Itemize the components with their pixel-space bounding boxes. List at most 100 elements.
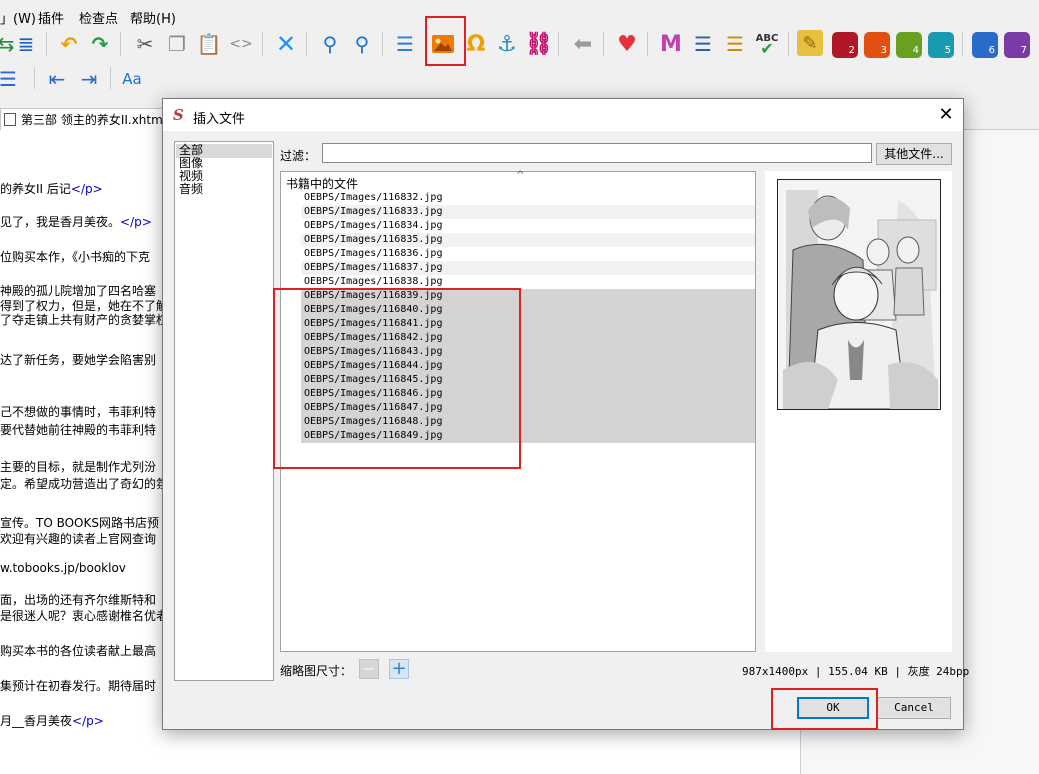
editor-line-text: 位购买本作，《小书痴的下克 bbox=[0, 250, 151, 264]
anchor-icon[interactable]: ⚓ bbox=[493, 30, 521, 58]
editor-line-text: 要代替她前往神殿的韦菲利特 bbox=[0, 423, 157, 437]
close-icon[interactable]: ✕ bbox=[933, 102, 959, 128]
editor-line-text: 面，出场的还有齐尔维斯特和 bbox=[0, 593, 157, 607]
editor-line-text: 宣传。TO BOOKS网路书店预 bbox=[0, 516, 159, 530]
back-arrow-icon[interactable]: ⬅ bbox=[569, 30, 597, 58]
toolbar-separator bbox=[262, 32, 263, 56]
menu-checkpoint[interactable]: 检查点 bbox=[79, 8, 118, 27]
toolbar-separator bbox=[603, 32, 604, 56]
toolbar-separator bbox=[382, 32, 383, 56]
editor-line: 要代替她前往神殿的韦菲利特 bbox=[0, 421, 156, 438]
thumbnail-enlarge-button[interactable]: + bbox=[389, 659, 409, 679]
editor-line-text: 月__香月美夜 bbox=[0, 714, 73, 728]
menu-plugins[interactable]: 插件 bbox=[38, 8, 64, 27]
editor-line-text: 神殿的孤儿院增加了四名哈塞 bbox=[0, 284, 157, 298]
toolbar-separator bbox=[962, 32, 963, 56]
cut-icon[interactable]: ✂ bbox=[131, 30, 159, 58]
search-icon[interactable]: ⚲ bbox=[316, 30, 344, 58]
editor-close-tag: </p> bbox=[72, 714, 104, 728]
sigil-editor-window: 」(W) 插件 检查点 帮助(H) ⇆ ≣ ↶ ↷ ✂ ❐ 📋 <> ✕ ⚲ ⚲… bbox=[0, 0, 1039, 774]
undo-icon[interactable]: ↶ bbox=[55, 30, 83, 58]
file-row[interactable]: OEBPS/Images/116835.jpg bbox=[301, 233, 755, 247]
reports-icon[interactable]: ☰ bbox=[721, 30, 749, 58]
editor-line: 面，出场的还有齐尔维斯特和 bbox=[0, 591, 156, 608]
copy-icon[interactable]: ❐ bbox=[163, 30, 191, 58]
file-row[interactable]: OEBPS/Images/116833.jpg bbox=[301, 205, 755, 219]
plugin-2-icon[interactable]: 2 bbox=[832, 32, 858, 58]
editor-line-text: 欢迎有兴趣的读者上官网查询 bbox=[0, 532, 157, 546]
cancel-button[interactable]: Cancel bbox=[877, 697, 951, 719]
plugin-3-number: 3 bbox=[880, 45, 887, 56]
editor-line-text: 见了，我是香月美夜。 bbox=[0, 215, 121, 229]
filter-label: 过滤： bbox=[280, 149, 317, 163]
decrease-indent-icon[interactable]: ⇤ bbox=[43, 65, 71, 93]
file-row[interactable]: OEBPS/Images/116832.jpg bbox=[301, 191, 755, 205]
format-list-icon[interactable]: ≣ bbox=[12, 30, 40, 58]
editor-line: w.tobooks.jp/booklov bbox=[0, 561, 126, 575]
tab-label: 第三部 领主的养女II.xhtml bbox=[21, 113, 167, 127]
metadata-m-icon[interactable]: M bbox=[657, 30, 685, 58]
dialog-title: 插入文件 bbox=[193, 112, 246, 127]
editor-line-text: 达了新任务，要她学会陷害别 bbox=[0, 353, 157, 367]
thumbnail-shrink-button[interactable]: − bbox=[359, 659, 379, 679]
plugin-6-number: 6 bbox=[988, 45, 995, 56]
annotation-highlight-selected-files bbox=[273, 288, 521, 469]
plugin-4-icon[interactable]: 4 bbox=[896, 32, 922, 58]
tab-chapter-file[interactable]: 第三部 领主的养女II.xhtml bbox=[0, 108, 172, 130]
preview-image bbox=[777, 179, 941, 410]
editor-line-text: 集预计在初春发行。期待届时 bbox=[0, 679, 157, 693]
other-files-button[interactable]: 其他文件... bbox=[876, 143, 952, 165]
plugin-6-icon[interactable]: 6 bbox=[972, 32, 998, 58]
increase-indent-icon[interactable]: ⇥ bbox=[75, 65, 103, 93]
search-replace-icon[interactable]: ⚲ bbox=[348, 30, 376, 58]
spellcheck-icon[interactable]: ABC ✔ bbox=[753, 30, 781, 58]
link-icon[interactable]: ⛓ bbox=[525, 30, 553, 58]
editor-line: 定。希望成功营造出了奇幻的氛 bbox=[0, 475, 168, 492]
toolbar-separator bbox=[558, 32, 559, 56]
numbered-list-icon[interactable]: ☰ bbox=[0, 65, 22, 93]
font-case-button[interactable]: Aa bbox=[118, 65, 146, 93]
file-row[interactable]: OEBPS/Images/116838.jpg bbox=[301, 275, 755, 289]
editor-line-text: 定。希望成功营造出了奇幻的氛 bbox=[0, 477, 169, 491]
file-type-list: 全部 图像 视频 音频 bbox=[174, 141, 274, 681]
editor-line: 达了新任务，要她学会陷害别 bbox=[0, 351, 156, 368]
code-tag-icon[interactable]: <> bbox=[227, 30, 255, 58]
editor-line: 位购买本作，《小书痴的下克 bbox=[0, 248, 150, 265]
editor-line: 集预计在初春发行。期待届时 bbox=[0, 677, 156, 694]
sigil-logo-icon: S bbox=[173, 106, 184, 124]
editor-close-tag: </p> bbox=[70, 182, 103, 196]
omega-special-char-icon[interactable]: Ω bbox=[462, 30, 490, 58]
file-row[interactable]: OEBPS/Images/116837.jpg bbox=[301, 261, 755, 275]
editor-line-text: 购买本书的各位读者献上最高 bbox=[0, 644, 157, 658]
file-row[interactable]: OEBPS/Images/116836.jpg bbox=[301, 247, 755, 261]
heart-icon[interactable]: ♥ bbox=[613, 30, 641, 58]
editor-line: 欢迎有兴趣的读者上官网查询 bbox=[0, 530, 156, 547]
redo-icon[interactable]: ↷ bbox=[86, 30, 114, 58]
filter-input[interactable] bbox=[322, 143, 872, 163]
file-row[interactable]: OEBPS/Images/116834.jpg bbox=[301, 219, 755, 233]
sort-caret-icon[interactable]: ^ bbox=[516, 170, 524, 181]
editor-line: 的养女II 后记</p> bbox=[0, 180, 103, 197]
split-file-icon[interactable]: ☰ bbox=[391, 30, 419, 58]
menu-help[interactable]: 帮助(H) bbox=[130, 8, 176, 27]
menu-window[interactable]: 」(W) bbox=[0, 8, 36, 27]
editor-close-tag: </p> bbox=[120, 215, 152, 229]
type-item-audio[interactable]: 音频 bbox=[179, 183, 203, 196]
format-toolbar: ☰ ⇤ ⇥ Aa bbox=[0, 62, 1039, 96]
edit-text-icon[interactable]: ✎ bbox=[797, 30, 823, 56]
editor-line-text: 了夺走镇上共有财产的贪婪掌权 bbox=[0, 313, 169, 327]
plugin-7-icon[interactable]: 7 bbox=[1004, 32, 1030, 58]
plugin-3-icon[interactable]: 3 bbox=[864, 32, 890, 58]
toolbar-separator bbox=[110, 67, 111, 89]
editor-line: 是很迷人呢？衷心感谢椎名优老 bbox=[0, 607, 168, 624]
plugin-4-number: 4 bbox=[912, 45, 919, 56]
editor-line-text: 的养女II 后记 bbox=[0, 182, 71, 196]
plugin-5-icon[interactable]: 5 bbox=[928, 32, 954, 58]
toolbar-separator bbox=[34, 67, 35, 89]
plugin-2-number: 2 bbox=[848, 45, 855, 56]
paste-icon[interactable]: 📋 bbox=[195, 30, 223, 58]
toc-icon[interactable]: ☰ bbox=[689, 30, 717, 58]
xhtml-file-icon bbox=[4, 113, 16, 126]
editor-line: 见了，我是香月美夜。</p> bbox=[0, 213, 152, 230]
cross-x-icon[interactable]: ✕ bbox=[272, 30, 300, 58]
